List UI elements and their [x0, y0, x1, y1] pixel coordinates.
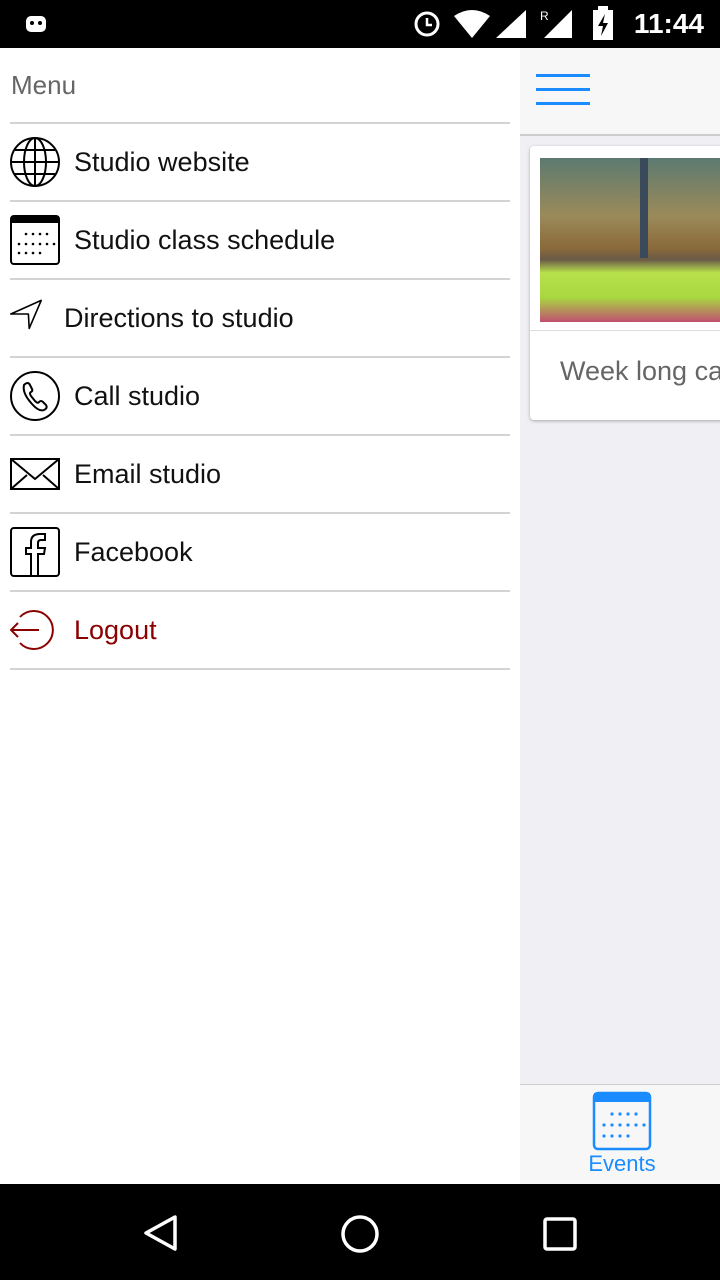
menu-item-directions[interactable]: Directions to studio: [10, 280, 510, 358]
battery-charging-icon: [593, 6, 613, 40]
event-card[interactable]: Week long ca: [530, 146, 720, 420]
roaming-signal-icon: R: [540, 9, 572, 38]
recents-icon[interactable]: [542, 1216, 578, 1252]
menu-item-studio-website[interactable]: Studio website: [10, 124, 510, 202]
hamburger-menu-icon[interactable]: [536, 74, 590, 108]
menu-item-call[interactable]: Call studio: [10, 358, 510, 436]
menu-item-email[interactable]: Email studio: [10, 436, 510, 514]
svg-text:R: R: [540, 9, 549, 23]
menu-item-label: Facebook: [74, 536, 193, 567]
menu-item-facebook[interactable]: Facebook: [10, 514, 510, 592]
menu-item-label: Call studio: [74, 380, 201, 411]
status-bar: R 11:44: [0, 0, 720, 48]
alarm-icon: [414, 11, 440, 37]
menu-item-label: Directions to studio: [64, 302, 294, 333]
calendar-icon: [592, 1091, 652, 1151]
globe-icon: [10, 137, 60, 187]
menu-item-class-schedule[interactable]: Studio class schedule: [10, 202, 510, 280]
home-icon[interactable]: [340, 1214, 380, 1254]
top-bar: [520, 48, 720, 136]
back-icon[interactable]: [142, 1214, 178, 1252]
event-title: Week long ca: [560, 356, 720, 386]
android-icon: [26, 16, 46, 32]
menu-item-label: Logout: [74, 614, 157, 645]
menu-item-label: Studio website: [74, 146, 250, 177]
card-divider: [530, 330, 720, 331]
calendar-icon: [10, 215, 60, 265]
navigation-arrow-icon: [10, 299, 42, 330]
logout-icon: [10, 610, 54, 650]
signal-icon: [496, 10, 526, 38]
system-nav-bar: [0, 1184, 720, 1280]
tab-label: Events: [588, 1151, 656, 1176]
tab-bar: Events: [520, 1084, 720, 1184]
event-photo: [540, 158, 720, 322]
phone-icon: [10, 371, 60, 421]
menu-title: Menu: [11, 70, 77, 100]
main-content: Week long ca Events: [520, 48, 720, 1184]
envelope-icon: [10, 458, 60, 490]
side-menu: Menu Studio website Studio class schedul…: [0, 48, 520, 1184]
wifi-icon: [454, 10, 490, 38]
tab-events[interactable]: Events: [586, 1091, 658, 1177]
menu-item-label: Email studio: [74, 458, 222, 489]
menu-item-logout[interactable]: Logout: [10, 592, 510, 670]
menu-list: Studio website Studio class schedule Dir…: [10, 122, 510, 670]
facebook-icon: [10, 527, 60, 577]
clock: 11:44: [633, 8, 704, 39]
menu-item-label: Studio class schedule: [74, 224, 336, 255]
